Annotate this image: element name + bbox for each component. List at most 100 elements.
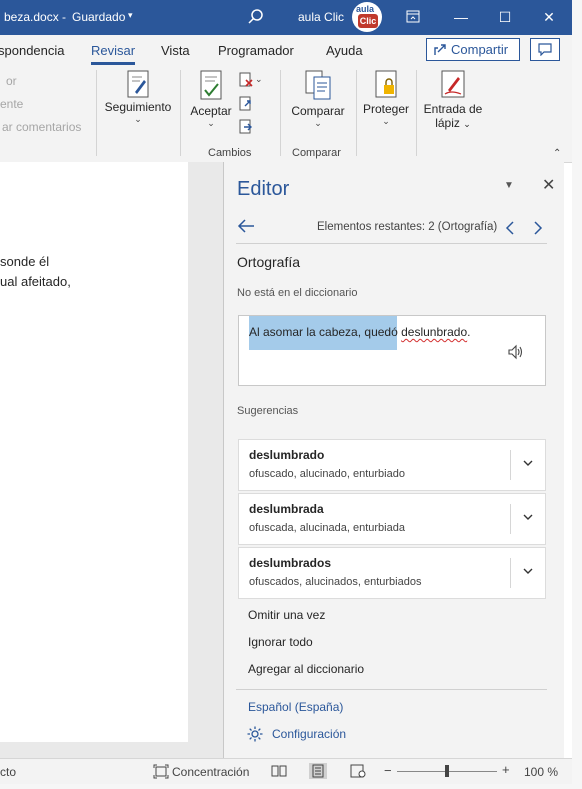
suggestion-word: deslumbrados	[249, 556, 332, 570]
document-line: sonde él	[0, 254, 50, 269]
divider	[510, 450, 511, 480]
zoom-out-button[interactable]: −	[384, 763, 392, 778]
collapse-ribbon-icon[interactable]: ⌃	[553, 148, 561, 159]
ribbon-separator	[416, 70, 417, 156]
window-shadow	[0, 784, 582, 789]
avatar-text-top: aula	[356, 4, 375, 14]
document-line: ual afeitado,	[0, 274, 71, 289]
ribbon-faded-item-2[interactable]: ente	[0, 97, 23, 111]
context-text: Al asomar la cabeza, quedó deslunbrado.	[249, 325, 471, 339]
settings-link[interactable]: Configuración	[272, 727, 346, 741]
context-box: Al asomar la cabeza, quedó deslunbrado.	[238, 315, 546, 386]
share-button[interactable]: Compartir	[426, 38, 520, 61]
document-name: beza.docx -	[4, 10, 67, 24]
ignore-all-button[interactable]: Ignorar todo	[248, 635, 313, 649]
seguimiento-button[interactable]: Seguimiento ⌄	[104, 68, 172, 125]
svg-text:⌄: ⌄	[255, 75, 262, 85]
group-label-comparar: Comparar	[292, 147, 341, 159]
suggestion-item[interactable]: deslumbrado ofuscado, alucinado, enturbi…	[238, 439, 546, 491]
ribbon-separator	[356, 70, 357, 156]
user-name[interactable]: aula Clic	[298, 10, 344, 24]
close-window-button[interactable]: ✕	[538, 6, 560, 28]
suggestion-item[interactable]: deslumbrados ofuscados, alucinados, entu…	[238, 547, 546, 599]
status-bar: cto Concentración − + 100 %	[0, 758, 572, 785]
minimize-button[interactable]: —	[450, 6, 472, 28]
print-layout-icon[interactable]	[309, 763, 327, 779]
proteger-button[interactable]: Proteger ⌄	[360, 68, 412, 127]
focus-mode-button[interactable]: Concentración	[172, 765, 249, 779]
web-layout-icon[interactable]	[349, 763, 367, 779]
tab-programador[interactable]: Programador	[218, 43, 294, 58]
chevron-down-icon[interactable]	[522, 512, 534, 522]
speaker-icon[interactable]	[507, 344, 525, 360]
group-label-cambios: Cambios	[208, 147, 252, 159]
seguimiento-label: Seguimiento	[104, 100, 172, 114]
comments-button[interactable]	[530, 38, 560, 61]
remaining-items: Elementos restantes: 2 (Ortografía)	[317, 221, 498, 233]
reject-change-icon[interactable]: ⌄	[238, 72, 262, 88]
gear-icon[interactable]	[246, 725, 264, 743]
ribbon-faded-item-3[interactable]: ar comentarios	[2, 120, 81, 134]
chevron-down-icon[interactable]	[522, 566, 534, 576]
tab-vista[interactable]: Vista	[161, 43, 190, 58]
saved-caret-icon[interactable]: ▾	[128, 10, 133, 21]
chevron-down-icon[interactable]	[522, 458, 534, 468]
title-bar: beza.docx - Guardado ▾ aula Clic aula Cl…	[0, 0, 572, 35]
comment-icon	[538, 43, 552, 56]
add-to-dictionary-button[interactable]: Agregar al diccionario	[248, 662, 364, 676]
editor-title: Editor	[237, 178, 290, 200]
document-page[interactable]: sonde él ual afeitado,	[0, 162, 188, 742]
suggestion-word: deslumbrada	[249, 502, 324, 516]
ribbon-tabs: spondencia Revisar Vista Programador Ayu…	[0, 35, 572, 66]
aceptar-button[interactable]: Aceptar ⌄	[186, 68, 236, 129]
avatar[interactable]: aula Clic	[352, 2, 382, 32]
compare-icon	[305, 70, 331, 100]
maximize-button[interactable]: ☐	[494, 6, 516, 28]
language-link[interactable]: Español (España)	[248, 700, 343, 714]
next-item-icon[interactable]	[532, 220, 544, 236]
suggestion-synonyms: ofuscada, alucinada, enturbiada	[249, 522, 405, 534]
accept-change-icon	[200, 70, 222, 100]
back-arrow-icon[interactable]	[237, 218, 255, 234]
suggestion-synonyms: ofuscados, alucinados, enturbiados	[249, 576, 422, 588]
proteger-label: Proteger	[362, 102, 410, 116]
zoom-slider-thumb[interactable]	[445, 765, 449, 777]
tab-correspondencia[interactable]: spondencia	[0, 43, 65, 58]
divider	[510, 504, 511, 534]
ink-input-button[interactable]: Entrada de lápiz ⌄	[420, 68, 486, 130]
pane-options-icon[interactable]: ▼	[504, 180, 514, 191]
close-pane-button[interactable]: ✕	[542, 175, 555, 195]
section-title: Ortografía	[237, 254, 301, 270]
zoom-in-button[interactable]: +	[502, 762, 510, 777]
read-mode-icon[interactable]	[270, 763, 288, 779]
suggestions-label: Sugerencias	[237, 405, 299, 417]
zoom-level[interactable]: 100 %	[524, 765, 558, 779]
suggestion-synonyms: ofuscado, alucinado, enturbiado	[249, 468, 405, 480]
previous-change-icon[interactable]	[238, 96, 254, 112]
ribbon-separator	[96, 70, 97, 156]
previous-item-icon[interactable]	[504, 220, 516, 236]
focus-icon[interactable]	[153, 764, 169, 779]
chevron-down-icon: ⌄	[463, 119, 471, 129]
tab-ayuda[interactable]: Ayuda	[326, 43, 363, 58]
editor-pane: Editor ▼ ✕ Elementos restantes: 2 (Ortog…	[224, 162, 564, 758]
tab-revisar[interactable]: Revisar	[91, 43, 135, 58]
divider	[236, 243, 547, 244]
ribbon-faded-item-1[interactable]: or	[6, 74, 17, 88]
saved-status[interactable]: Guardado	[72, 10, 125, 24]
ink-label-line1: Entrada de	[423, 102, 483, 116]
ribbon-separator	[180, 70, 181, 156]
search-icon[interactable]	[247, 8, 265, 26]
share-label: Compartir	[451, 42, 509, 57]
status-text[interactable]: cto	[0, 765, 16, 779]
chevron-down-icon: ⌄	[134, 114, 142, 124]
ribbon-display-icon[interactable]	[402, 6, 424, 28]
comparar-button[interactable]: Comparar ⌄	[287, 68, 349, 129]
aceptar-label: Aceptar	[190, 104, 232, 118]
chevron-down-icon: ⌄	[382, 116, 390, 126]
ignore-once-button[interactable]: Omitir una vez	[248, 608, 325, 622]
ribbon: or ente ar comentarios Seguimiento ⌄ Ace…	[0, 66, 572, 163]
next-change-icon[interactable]	[238, 119, 254, 135]
suggestion-word: deslumbrado	[249, 448, 325, 462]
suggestion-item[interactable]: deslumbrada ofuscada, alucinada, enturbi…	[238, 493, 546, 545]
